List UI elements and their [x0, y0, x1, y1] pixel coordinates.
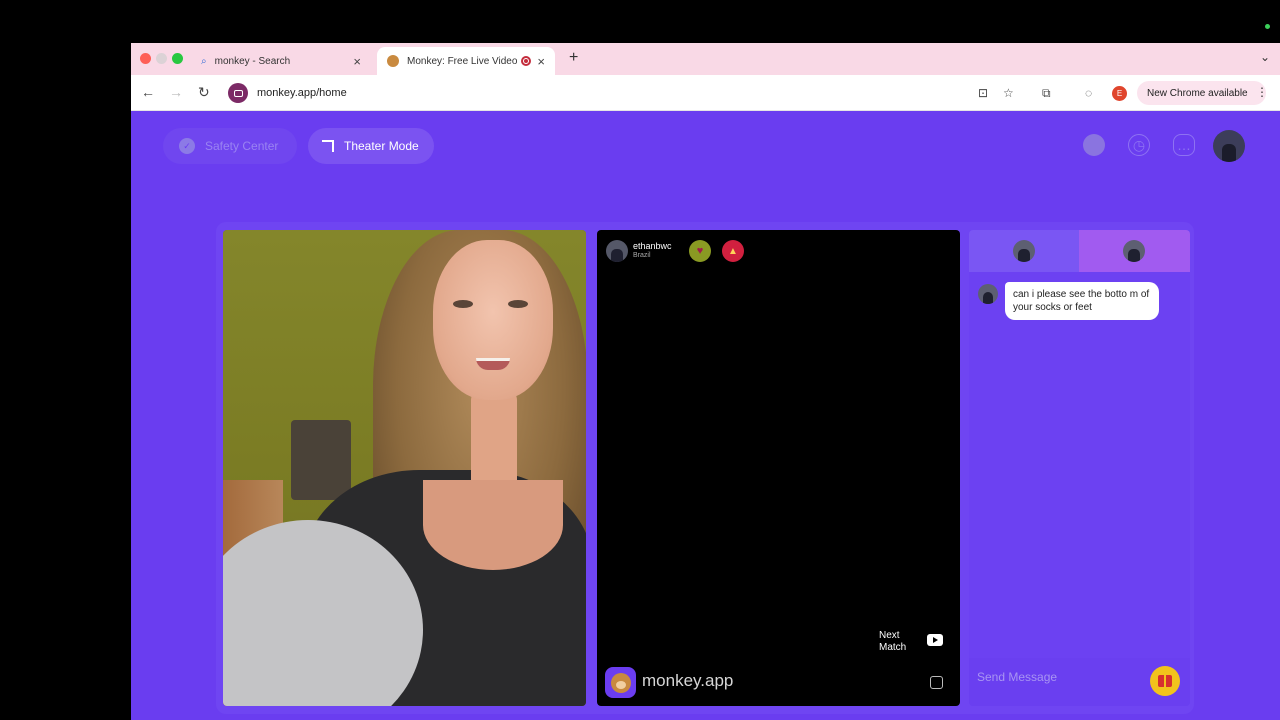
- tab-strip: ⌕ monkey - Search × Monkey: Free Live Vi…: [131, 43, 1280, 75]
- tab-search-chevron-icon[interactable]: ⌄: [1260, 50, 1270, 64]
- user-avatar[interactable]: [1213, 130, 1245, 162]
- camera-site-icon[interactable]: [228, 83, 248, 103]
- shield-icon: ✓: [179, 138, 195, 154]
- theater-mode-button[interactable]: Theater Mode: [308, 128, 434, 164]
- chat-tab-self[interactable]: [969, 230, 1079, 272]
- gift-icon: [1158, 675, 1172, 687]
- profile-avatar[interactable]: E: [1112, 86, 1127, 101]
- forward-button[interactable]: →: [169, 84, 183, 100]
- extensions-icon[interactable]: ⧉: [1042, 86, 1051, 101]
- chat-tab-peer[interactable]: [1079, 230, 1190, 272]
- monkey-favicon-icon: [387, 55, 399, 67]
- history-clock-icon[interactable]: ◷: [1128, 134, 1150, 156]
- coins-icon[interactable]: [1083, 134, 1105, 156]
- gift-button[interactable]: [1150, 666, 1180, 696]
- safety-center-button[interactable]: ✓ Safety Center: [163, 128, 297, 164]
- remote-camera-feed: ethanbwc Brazil ♥ ▲ Next Match monkey.ap…: [597, 230, 960, 706]
- chat-input-bar: [969, 658, 1190, 706]
- theater-mode-label: Theater Mode: [344, 139, 419, 153]
- message-sender-avatar: [978, 284, 998, 304]
- address-bar: ← → ↻ monkey.app/home ⊡ ☆ ⧉ ◌ E New Chro…: [131, 75, 1280, 111]
- new-chrome-available-button[interactable]: New Chrome available: [1137, 81, 1266, 105]
- screen: ⌕ monkey - Search × Monkey: Free Live Vi…: [0, 0, 1280, 720]
- safety-center-label: Safety Center: [205, 139, 279, 153]
- rocket-badge-icon[interactable]: ▲: [722, 240, 744, 262]
- tab-monkey-app[interactable]: Monkey: Free Live Video C ×: [377, 47, 555, 75]
- monkey-logo-icon: [605, 667, 636, 698]
- play-icon: [932, 637, 938, 643]
- chat-panel: can i please see the botto m of your soc…: [969, 230, 1190, 706]
- chrome-menu-icon[interactable]: ⋮: [1256, 85, 1268, 99]
- status-dot: [1265, 24, 1270, 29]
- expand-icon: [322, 140, 334, 152]
- url-text[interactable]: monkey.app/home: [257, 87, 347, 99]
- install-app-icon[interactable]: ⊡: [978, 86, 988, 100]
- close-window-button[interactable]: [140, 53, 151, 64]
- report-icon[interactable]: [930, 676, 943, 689]
- minimize-window-button[interactable]: [156, 53, 167, 64]
- performance-icon[interactable]: ◌: [1085, 86, 1092, 100]
- local-camera-feed: [223, 230, 586, 706]
- next-match-button[interactable]: [927, 634, 943, 646]
- monkey-page: ✓ Safety Center Theater Mode ◷ … ethanbw…: [131, 112, 1280, 720]
- peer-location: Brazil: [633, 252, 651, 259]
- peer-chat-avatar: [1123, 240, 1145, 262]
- send-message-input[interactable]: [977, 666, 1137, 688]
- tab-title: Monkey: Free Live Video C: [407, 55, 518, 67]
- close-tab-icon[interactable]: ×: [353, 54, 361, 69]
- browser-window: ⌕ monkey - Search × Monkey: Free Live Vi…: [131, 43, 1280, 720]
- peer-avatar[interactable]: [606, 240, 628, 262]
- self-avatar: [1013, 240, 1035, 262]
- search-icon: ⌕: [201, 55, 207, 67]
- chat-message: can i please see the botto m of your soc…: [1005, 282, 1159, 320]
- maximize-window-button[interactable]: [172, 53, 183, 64]
- new-tab-button[interactable]: +: [569, 49, 578, 67]
- bookmark-star-icon[interactable]: ☆: [1003, 86, 1014, 100]
- omnibox[interactable]: monkey.app/home: [224, 80, 1044, 106]
- next-match-label[interactable]: Next Match: [879, 630, 919, 654]
- brand-watermark: monkey.app: [642, 671, 734, 690]
- chat-header: [969, 230, 1190, 272]
- tab-monkey-search[interactable]: ⌕ monkey - Search ×: [191, 47, 371, 75]
- messages-icon[interactable]: …: [1173, 134, 1195, 156]
- back-button[interactable]: ←: [141, 84, 155, 100]
- peer-username[interactable]: ethanbwc: [633, 241, 672, 251]
- close-tab-icon[interactable]: ×: [537, 54, 545, 69]
- reload-button[interactable]: ↻: [198, 84, 210, 101]
- tab-title: monkey - Search: [214, 55, 291, 67]
- heart-badge-icon[interactable]: ♥: [689, 240, 711, 262]
- recording-icon: [521, 56, 532, 66]
